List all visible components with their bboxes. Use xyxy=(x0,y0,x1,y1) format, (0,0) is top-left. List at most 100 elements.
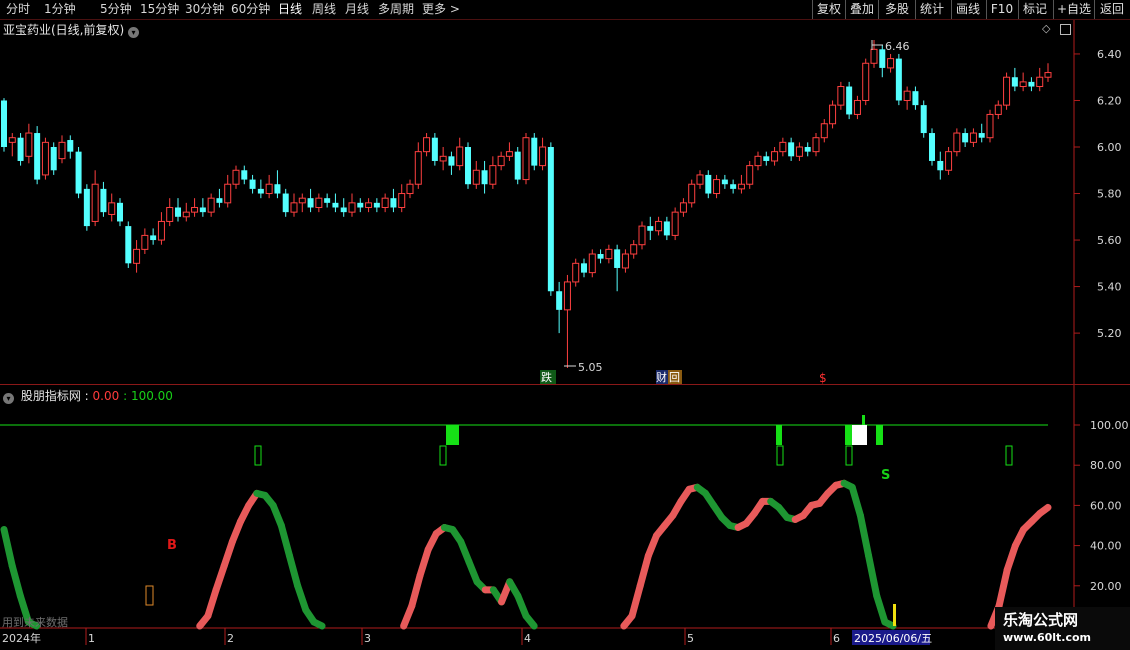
watermark: 乐淘公式网 www.60lt.com xyxy=(995,607,1130,650)
candle-body-up xyxy=(638,225,646,246)
add-watchlist-button[interactable]: +自选 xyxy=(1053,0,1094,19)
candle-body-down xyxy=(216,198,223,203)
candle-body-down xyxy=(150,235,157,241)
candle-body-up xyxy=(58,141,66,160)
candle-body-up xyxy=(679,202,687,213)
price-tick-label: 6.20 xyxy=(1097,94,1122,107)
tab-multi-period[interactable]: 多周期 xyxy=(378,0,414,19)
overlay-button[interactable]: 叠加 xyxy=(845,0,878,19)
draw-line-button[interactable]: 画线 xyxy=(951,0,984,19)
multi-stock-button[interactable]: 多股 xyxy=(878,0,915,19)
indicator-tick-label: 60.00 xyxy=(1090,499,1122,512)
candle-body-up xyxy=(812,137,820,153)
panel-divider[interactable] xyxy=(0,384,1130,385)
candle-body-down xyxy=(465,147,471,185)
buy-outline xyxy=(145,585,154,606)
candle-body-down xyxy=(50,147,57,171)
candle-body-up xyxy=(315,197,323,208)
candle-body-up xyxy=(8,137,16,143)
tab-daily[interactable]: 日线 xyxy=(278,0,302,19)
marker-cai[interactable]: 财 xyxy=(656,370,667,384)
candle-body-up xyxy=(224,183,232,204)
signal-outline xyxy=(439,445,447,466)
marker-hui[interactable]: 回 xyxy=(669,371,680,384)
indicator-value2: 100.00 xyxy=(130,389,173,403)
candle-body-down xyxy=(324,198,331,203)
signal-outline xyxy=(254,445,262,466)
candle-body-up xyxy=(439,155,447,162)
time-tick-label: 2 xyxy=(227,632,234,645)
tab-1min[interactable]: 1分钟 xyxy=(44,0,76,19)
candle-body-up xyxy=(953,132,961,153)
candle-body-down xyxy=(929,133,935,161)
candle-body-down xyxy=(431,137,438,161)
panel-toggle-icon[interactable] xyxy=(1060,24,1071,35)
indicator-title-bar[interactable]: ▾ 股朋指标网 : 0.00 : 100.00 xyxy=(3,387,173,404)
mark-button[interactable]: 标记 xyxy=(1018,0,1051,19)
stats-button[interactable]: 统计 xyxy=(915,0,948,19)
fuquan-button[interactable]: 复权 xyxy=(812,0,845,19)
candle-body-up xyxy=(182,211,190,218)
price-tick-label: 5.80 xyxy=(1097,188,1122,201)
stock-title-bar[interactable]: 亚宝药业(日线,前复权) ▾ xyxy=(3,21,142,38)
tab-5min[interactable]: 5分钟 xyxy=(100,0,132,19)
oscillator-segment xyxy=(310,618,326,630)
candle-body-up xyxy=(41,141,49,176)
candle-body-down xyxy=(307,198,314,208)
candle-body-up xyxy=(837,86,845,106)
tab-weekly[interactable]: 周线 xyxy=(312,0,336,19)
tab-monthly[interactable]: 月线 xyxy=(345,0,369,19)
candle-body-down xyxy=(100,188,107,213)
back-button[interactable]: 返回 xyxy=(1094,0,1129,19)
oscillator-segment xyxy=(408,572,424,610)
candle-body-down xyxy=(763,156,770,161)
candle-body-down xyxy=(481,170,488,185)
f10-button[interactable]: F10 xyxy=(986,0,1017,19)
low-price-label: 5.05 xyxy=(578,361,603,374)
oscillator-segment xyxy=(873,592,889,626)
candle-body-up xyxy=(655,220,663,232)
signal-bar xyxy=(776,425,782,445)
candle-body-down xyxy=(581,263,587,273)
candle-body-up xyxy=(414,151,422,185)
candle-body-up xyxy=(290,202,298,213)
time-axis: 2024年 1 2 3 4 5 6 xyxy=(2,628,840,645)
tab-15min[interactable]: 15分钟 xyxy=(140,0,179,19)
time-tick-label: 1 xyxy=(88,632,95,645)
oscillator-segment xyxy=(856,511,873,560)
candle-body-down xyxy=(556,291,563,310)
chevron-down-icon[interactable]: ▾ xyxy=(3,393,14,404)
marker-die[interactable]: 跌 xyxy=(541,370,552,384)
buy-label: B xyxy=(167,538,177,553)
candle-body-up xyxy=(795,146,803,157)
candle-body-down xyxy=(332,202,339,208)
marker-dollar[interactable]: $ xyxy=(819,371,827,385)
candle-body-up xyxy=(671,211,679,236)
candle-body-up xyxy=(141,234,149,250)
candle-body-up xyxy=(91,183,99,222)
candle-body-down xyxy=(920,105,927,134)
tab-30min[interactable]: 30分钟 xyxy=(185,0,224,19)
candle-body-up xyxy=(497,155,505,167)
candle-body-down xyxy=(721,179,728,185)
candle-body-down xyxy=(274,184,281,194)
chevron-down-icon[interactable]: ▾ xyxy=(128,27,140,38)
tab-more[interactable]: 更多 > xyxy=(422,0,460,19)
candle-body-up xyxy=(207,197,215,213)
candle-body-up xyxy=(605,248,613,260)
candle-body-up xyxy=(853,99,861,115)
tab-60min[interactable]: 60分钟 xyxy=(231,0,270,19)
oscillator-segment xyxy=(848,483,864,519)
price-tick-label: 6.00 xyxy=(1097,141,1122,154)
candle-body-up xyxy=(779,141,787,153)
tab-minute-time[interactable]: 分时 xyxy=(6,0,30,19)
candle-body-up xyxy=(563,281,571,311)
oscillator-segment xyxy=(220,538,236,570)
chart-canvas[interactable]: 5.205.405.605.806.006.206.40 20.0040.006… xyxy=(0,0,1130,650)
indicator-value1: 0.00 xyxy=(92,389,120,403)
candle-body-up xyxy=(1019,81,1027,88)
diamond-icon[interactable]: ◇ xyxy=(1042,22,1050,35)
candle-body-up xyxy=(870,48,878,64)
candle-body-down xyxy=(730,184,737,189)
signal-bar xyxy=(876,425,883,445)
